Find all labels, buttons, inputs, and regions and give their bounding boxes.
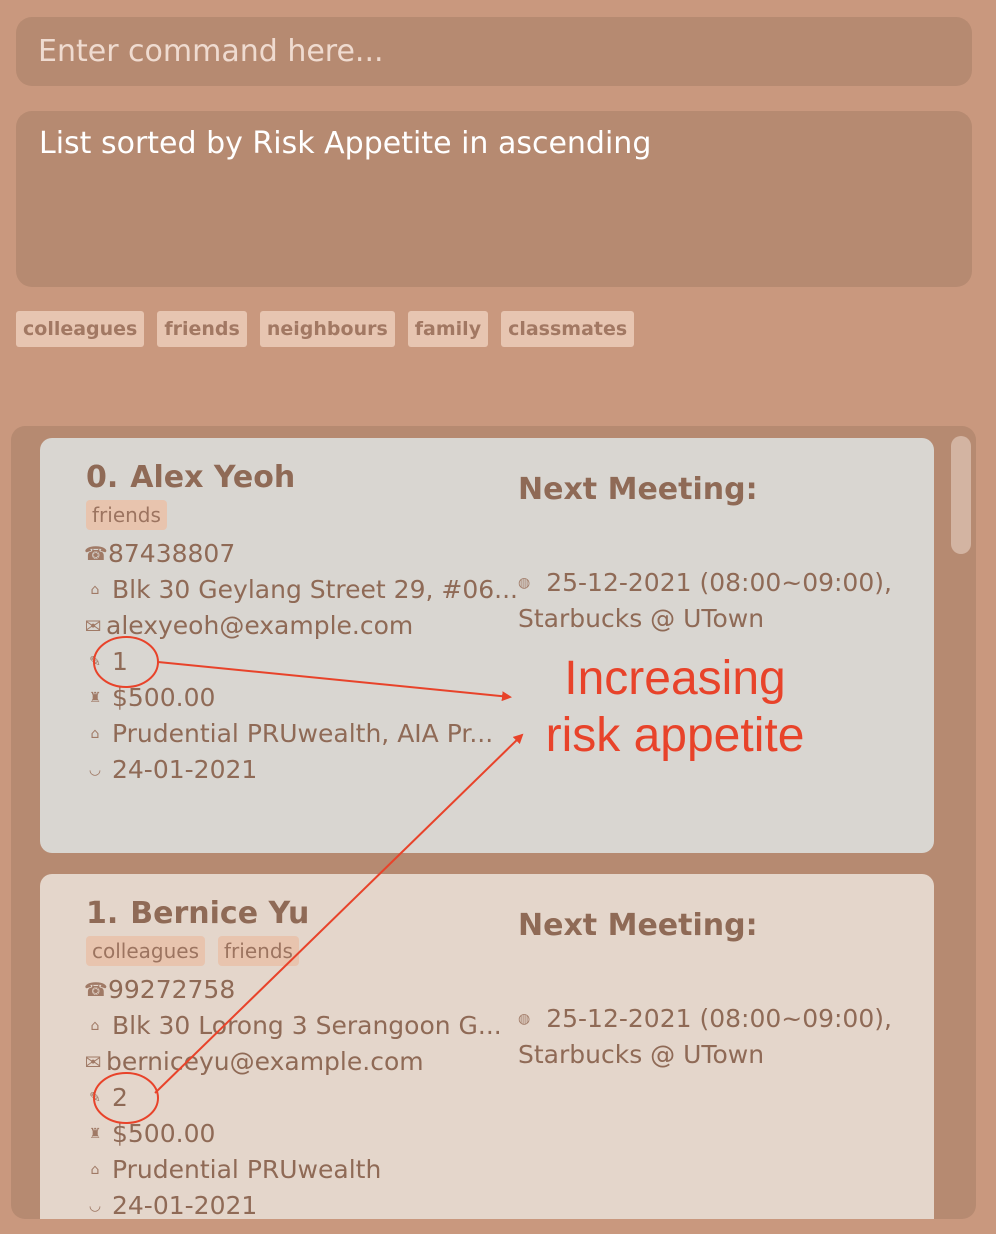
- result-display: List sorted by Risk Appetite in ascendin…: [16, 111, 972, 287]
- person-card[interactable]: 0. Alex Yeoh friends ☎ 87438807 ⌂ Blk 30 Ge…: [40, 438, 934, 853]
- result-message: List sorted by Risk Appetite in ascendin…: [39, 126, 652, 161]
- address-value: Blk 30 Lorong 3 Serangoon G...: [112, 1011, 502, 1040]
- income-row: ♜ $500.00: [86, 683, 216, 712]
- handshake-icon: ◡: [88, 1197, 102, 1214]
- next-meeting-location: Starbucks @ UTown: [518, 1040, 765, 1069]
- command-box[interactable]: [16, 17, 972, 86]
- annotation-label: Increasing risk appetite: [520, 650, 830, 764]
- phone-row: ☎ 99272758: [84, 975, 235, 1004]
- clock-icon: ◍: [518, 1010, 531, 1027]
- annotation-line-2: risk appetite: [545, 709, 805, 762]
- tag-filter-neighbours[interactable]: neighbours: [259, 311, 395, 347]
- plans-value: Prudential PRUwealth, AIA Pr...: [112, 719, 494, 748]
- income-value: $500.00: [112, 683, 216, 712]
- person-name: Bernice Yu: [130, 896, 310, 931]
- person-card[interactable]: 1. Bernice Yu colleagues friends ☎ 9927275…: [40, 874, 934, 1219]
- income-value: $500.00: [112, 1119, 216, 1148]
- next-meeting-time-row: ◍ 25-12-2021 (08:00~09:00),: [518, 568, 892, 597]
- person-index: 1.: [86, 896, 119, 931]
- next-meeting-location: Starbucks @ UTown: [518, 604, 765, 633]
- email-value: berniceyu@example.com: [106, 1047, 424, 1076]
- person-name-row: 1. Bernice Yu: [86, 896, 309, 931]
- clock-icon: ◍: [518, 574, 531, 591]
- person-name: Alex Yeoh: [130, 460, 296, 495]
- risk-appetite-icon: ✎: [89, 653, 101, 670]
- person-tag: friends: [86, 500, 167, 530]
- person-tag: colleagues: [86, 936, 206, 966]
- person-tags: colleagues friends: [86, 936, 299, 966]
- tag-filter-colleagues[interactable]: colleagues: [16, 311, 145, 347]
- email-row: ✉ alexyeoh@example.com: [84, 611, 414, 640]
- address-value: Blk 30 Geylang Street 29, #06...: [112, 575, 518, 604]
- next-meeting-time: 25-12-2021 (08:00~09:00),: [546, 1004, 892, 1033]
- next-meeting-title: Next Meeting:: [518, 908, 758, 943]
- next-meeting-title: Next Meeting:: [518, 472, 758, 507]
- person-list-panel[interactable]: 0. Alex Yeoh friends ☎ 87438807 ⌂ Blk 30 Ge…: [11, 426, 976, 1219]
- address-row: ⌂ Blk 30 Geylang Street 29, #06...: [86, 575, 518, 604]
- scrollbar-thumb[interactable]: [951, 436, 971, 554]
- envelope-icon: ✉: [84, 1049, 102, 1074]
- next-meeting-time: 25-12-2021 (08:00~09:00),: [546, 568, 892, 597]
- risk-appetite-value: 2: [112, 1083, 128, 1112]
- person-tag: friends: [218, 936, 299, 966]
- home-icon: ⌂: [90, 1017, 100, 1034]
- money-bag-icon: ♜: [88, 689, 102, 706]
- person-name-row: 0. Alex Yeoh: [86, 460, 295, 495]
- tag-filter-friends[interactable]: friends: [157, 311, 247, 347]
- last-met-value: 24-01-2021: [112, 1191, 258, 1219]
- address-row: ⌂ Blk 30 Lorong 3 Serangoon G...: [86, 1011, 502, 1040]
- last-met-value: 24-01-2021: [112, 755, 258, 784]
- bank-icon: ⌂: [90, 1161, 100, 1178]
- last-met-row: ◡ 24-01-2021: [86, 755, 257, 784]
- phone-icon: ☎: [84, 978, 108, 1001]
- list-scrollbar[interactable]: [951, 436, 971, 1211]
- risk-appetite-row: ✎ 2: [86, 1083, 128, 1112]
- risk-appetite-row: ✎ 1: [86, 647, 128, 676]
- income-row: ♜ $500.00: [86, 1119, 216, 1148]
- email-row: ✉ berniceyu@example.com: [84, 1047, 424, 1076]
- tag-filter-bar: colleagues friends neighbours family cla…: [16, 311, 635, 347]
- phone-icon: ☎: [84, 542, 108, 565]
- bank-icon: ⌂: [90, 725, 100, 742]
- home-icon: ⌂: [90, 581, 100, 598]
- next-meeting-time-row: ◍ 25-12-2021 (08:00~09:00),: [518, 1004, 892, 1033]
- plans-row: ⌂ Prudential PRUwealth, AIA Pr...: [86, 719, 494, 748]
- risk-appetite-icon: ✎: [89, 1089, 101, 1106]
- phone-row: ☎ 87438807: [84, 539, 235, 568]
- phone-value: 87438807: [108, 539, 236, 568]
- phone-value: 99272758: [108, 975, 236, 1004]
- envelope-icon: ✉: [84, 613, 102, 638]
- person-index: 0.: [86, 460, 119, 495]
- risk-appetite-value: 1: [112, 647, 128, 676]
- person-tags: friends: [86, 500, 167, 530]
- email-value: alexyeoh@example.com: [106, 611, 414, 640]
- plans-row: ⌂ Prudential PRUwealth: [86, 1155, 382, 1184]
- tag-filter-family[interactable]: family: [407, 311, 489, 347]
- tag-filter-classmates[interactable]: classmates: [501, 311, 635, 347]
- money-bag-icon: ♜: [88, 1125, 102, 1142]
- command-input[interactable]: [38, 17, 948, 86]
- handshake-icon: ◡: [88, 761, 102, 778]
- annotation-line-1: Increasing: [564, 652, 786, 705]
- plans-value: Prudential PRUwealth: [112, 1155, 382, 1184]
- last-met-row: ◡ 24-01-2021: [86, 1191, 257, 1219]
